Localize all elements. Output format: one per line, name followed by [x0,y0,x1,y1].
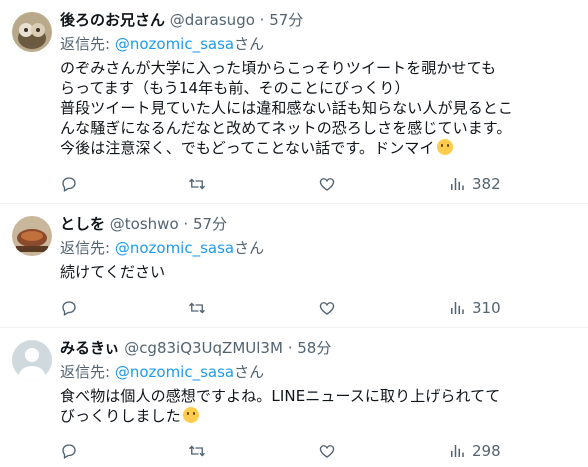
author-handle[interactable]: @cg83iQ3UqZMUl3M [124,339,283,357]
like-button[interactable] [318,174,336,194]
timestamp[interactable]: · 57分 [260,11,304,29]
tweet-text: 続けてください [60,262,580,282]
retweet-icon [189,445,205,457]
tweet-text-line: 今後は注意深く、でもどってことない話です。ドンマイ [60,139,435,157]
action-bar: 382 [60,174,520,194]
avatar[interactable] [12,12,52,52]
reply-icon [62,301,76,316]
avatar[interactable] [12,340,52,380]
reply-suffix: さん [234,239,265,257]
author-handle[interactable]: @toshwo [110,215,179,233]
tweet-text-line: びっくりしました [60,407,181,425]
view-count: 382 [472,175,501,193]
tweet-2[interactable]: としを @toshwo · 57分 返信先: @nozomic_sasaさん 続… [0,204,588,328]
mention-link[interactable]: @nozomic_sasa [115,363,234,381]
reply-prefix: 返信先: [60,239,115,257]
author-name[interactable]: 後ろのお兄さん [60,11,165,29]
analytics-icon [451,302,464,314]
views-button[interactable]: 310 [448,298,501,318]
author-name[interactable]: みるきぃ [60,339,119,357]
avatar[interactable] [12,216,52,256]
analytics-icon [451,178,464,190]
view-count: 298 [472,442,501,460]
winking-face-icon [436,139,453,155]
like-button[interactable] [318,441,336,461]
reply-prefix: 返信先: [60,363,115,381]
heart-icon [319,178,335,191]
tweet-text-line: のぞみさんが大学に入った頃からこっそりツイートを覗かせても [60,59,497,77]
action-bar: 310 [60,298,520,318]
tweet-text: 食べ物は個人の感想ですよね。LINEニュースに取り上げられてて びっくりしました [60,386,580,426]
heart-icon [319,302,335,315]
reply-button[interactable] [60,298,78,318]
tweet-3[interactable]: みるきぃ @cg83iQ3UqZMUl3M · 58分 返信先: @nozomi… [0,328,588,467]
tweet-header: 後ろのお兄さん @darasugo · 57分 [60,10,580,30]
reply-context: 返信先: @nozomic_sasaさん [60,34,580,54]
tweet-text-line: 普段ツイート見ていた人には違和感ない話も知らない人が見るとこ [60,99,514,117]
tweet-text: のぞみさんが大学に入った頃からこっそりツイートを覗かせても らってます（もう14… [60,58,580,158]
shushing-face-icon [182,407,199,423]
reply-prefix: 返信先: [60,35,115,53]
reply-icon [62,444,76,459]
mention-link[interactable]: @nozomic_sasa [115,35,234,53]
like-button[interactable] [318,298,336,318]
heart-icon [319,445,335,458]
reply-icon [62,177,76,192]
retweet-icon [189,302,205,314]
reply-context: 返信先: @nozomic_sasaさん [60,362,580,382]
author-handle[interactable]: @darasugo [170,11,255,29]
analytics-icon [451,445,464,457]
retweet-button[interactable] [188,441,206,461]
reply-suffix: さん [234,35,265,53]
reply-button[interactable] [60,441,78,461]
tweet-text-line: んな騒ぎになるんだなと改めてネットの恐ろしさを感じています。 [60,119,512,137]
tweet-header: みるきぃ @cg83iQ3UqZMUl3M · 58分 [60,338,580,358]
retweet-button[interactable] [188,298,206,318]
author-name[interactable]: としを [60,215,105,233]
action-bar: 298 [60,441,520,461]
tweet-header: としを @toshwo · 57分 [60,214,580,234]
reply-context: 返信先: @nozomic_sasaさん [60,238,580,258]
timestamp[interactable]: · 58分 [288,339,332,357]
views-button[interactable]: 298 [448,441,501,461]
reply-suffix: さん [234,363,265,381]
views-button[interactable]: 382 [448,174,501,194]
mention-link[interactable]: @nozomic_sasa [115,239,234,257]
tweet-text-line: らってます（もう14年も前、そのことにびっくり） [60,79,410,97]
retweet-button[interactable] [188,174,206,194]
timestamp[interactable]: · 57分 [183,215,227,233]
tweet-1[interactable]: 後ろのお兄さん @darasugo · 57分 返信先: @nozomic_sa… [0,0,588,204]
retweet-icon [189,178,205,190]
view-count: 310 [472,299,501,317]
tweet-text-line: 続けてください [60,263,166,281]
reply-button[interactable] [60,174,78,194]
tweet-text-line: 食べ物は個人の感想ですよね。LINEニュースに取り上げられてて [60,387,501,405]
